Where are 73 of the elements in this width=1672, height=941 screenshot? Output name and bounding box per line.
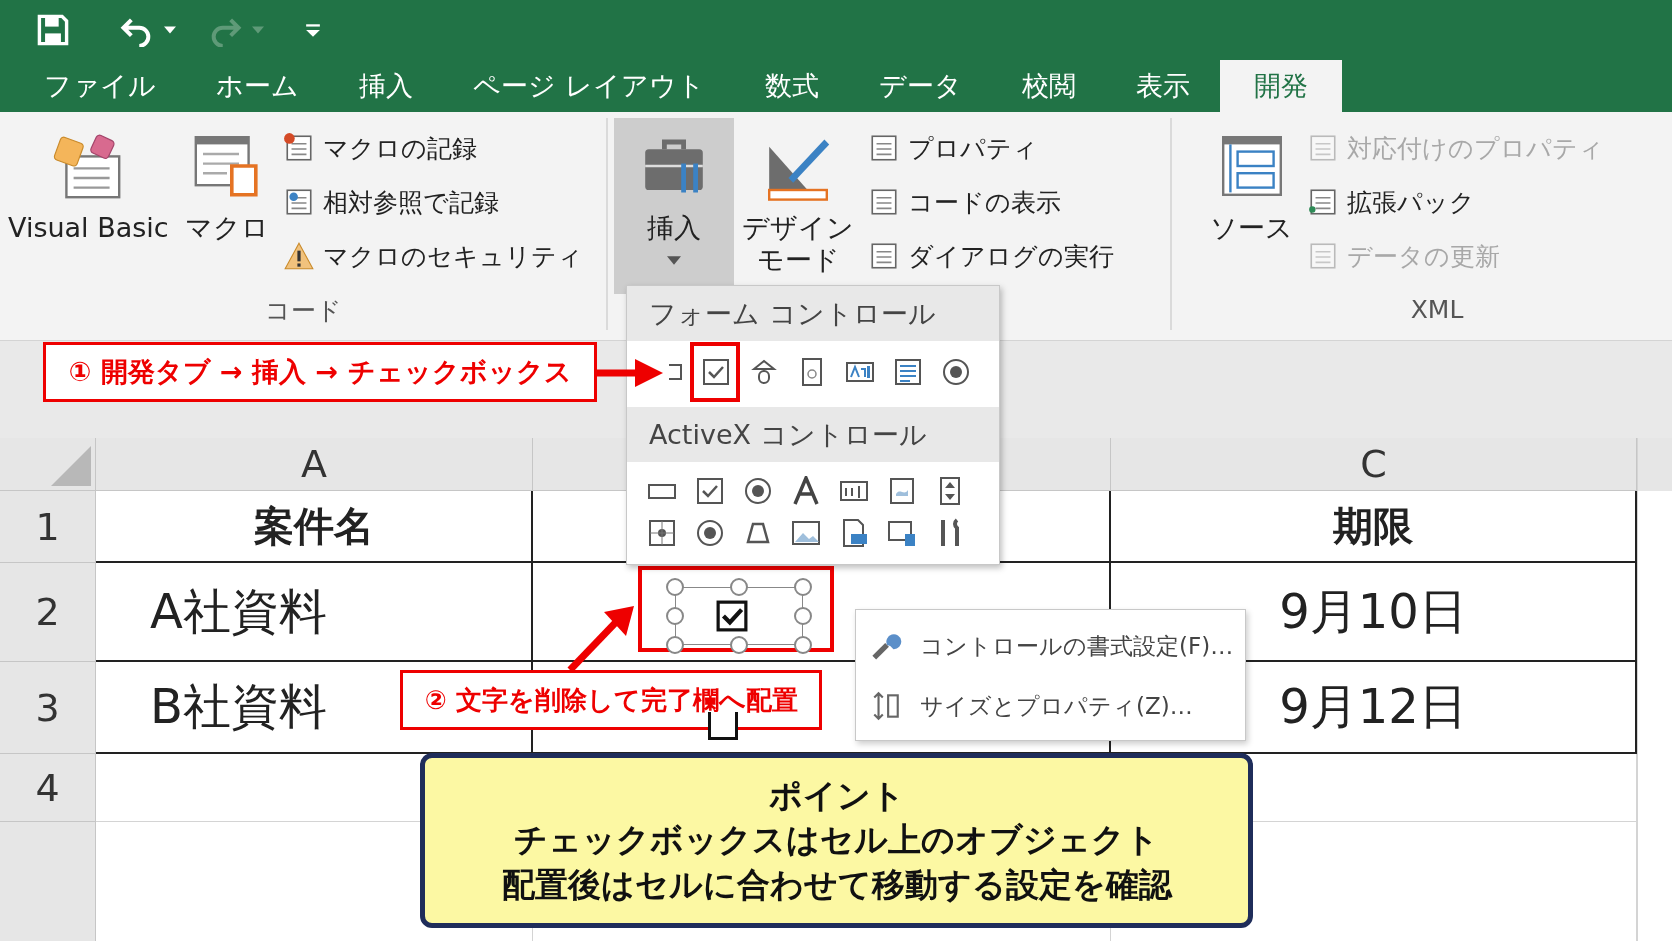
caret-icon <box>667 256 681 266</box>
resize-handle[interactable] <box>794 607 812 625</box>
map-properties-icon <box>1307 132 1339 164</box>
checkbox[interactable] <box>708 712 738 740</box>
resize-handle[interactable] <box>794 578 812 596</box>
ribbon-button[interactable]: 拡張パック <box>1307 178 1610 226</box>
corner-triangle-icon <box>51 446 91 486</box>
group-label: コード <box>263 295 343 327</box>
row-header[interactable]: 3 <box>0 662 96 754</box>
expansion-pack-icon <box>1307 186 1339 218</box>
ribbon-button[interactable]: 相対参照で記録 <box>282 178 589 226</box>
customize-icon[interactable] <box>306 22 320 38</box>
ribbon-tab[interactable]: 数式 <box>734 60 849 112</box>
ribbon-tab[interactable]: ホーム <box>186 60 329 112</box>
radio-control-icon[interactable] <box>941 357 971 387</box>
resize-handle[interactable] <box>666 578 684 596</box>
save-icon[interactable] <box>36 13 70 47</box>
record-icon <box>282 132 315 164</box>
ribbon-button[interactable]: ダイアログの実行 <box>868 232 1120 280</box>
ribbon-tab[interactable]: データ <box>848 60 992 112</box>
row-header[interactable]: 4 <box>0 754 96 822</box>
caret-icon[interactable] <box>164 26 176 34</box>
ribbon-button[interactable]: ソース <box>1202 118 1301 294</box>
row-header[interactable]: 2 <box>0 563 96 662</box>
note-text: 配置後はセルに合わせて移動する設定を確認 <box>501 863 1172 906</box>
ribbon-button[interactable]: マクロ <box>176 118 277 294</box>
ribbon-tab[interactable]: 開発 <box>1219 60 1342 112</box>
resize-handle[interactable] <box>730 578 748 596</box>
list-control-icon[interactable] <box>893 357 923 387</box>
ribbon-button[interactable]: マクロの記録 <box>282 124 589 172</box>
ribbon-tab[interactable]: 表示 <box>1105 60 1220 112</box>
properties-icon <box>868 132 900 164</box>
table-cell: 案件名 <box>96 491 533 563</box>
label-control-icon[interactable] <box>791 476 821 506</box>
image-control-icon[interactable] <box>887 476 917 506</box>
group-label: XML <box>1409 295 1465 326</box>
warning-icon <box>282 240 315 272</box>
ribbon-button[interactable]: マクロのセキュリティ <box>282 232 589 280</box>
radio-control-icon[interactable] <box>695 518 725 548</box>
combo-control-icon[interactable] <box>749 357 779 387</box>
ribbon-tab[interactable]: ファイル <box>14 60 186 112</box>
row-header[interactable]: 1 <box>0 491 96 563</box>
highlight-frame <box>690 342 740 402</box>
annotation-callout: ① 開発タブ → 挿入 → チェックボックス <box>43 342 597 402</box>
ribbon-tab[interactable]: ページ レイアウト <box>443 60 735 112</box>
section-header: フォーム コントロール <box>627 286 999 341</box>
code-view-icon <box>868 186 900 218</box>
column-header[interactable]: A <box>96 438 533 491</box>
resize-handle[interactable] <box>730 636 748 654</box>
resize-handle[interactable] <box>666 636 684 654</box>
note-text: チェックボックスはセル上のオブジェクト <box>514 819 1159 862</box>
image-control-icon[interactable] <box>791 518 821 548</box>
column-header[interactable]: C <box>1111 438 1637 491</box>
note-title: ポイント <box>768 774 905 817</box>
ribbon-button[interactable]: 挿入 <box>614 118 734 294</box>
dialog-icon <box>868 240 900 272</box>
refresh-data-icon <box>1307 240 1339 272</box>
checkbox-control-icon[interactable] <box>695 476 725 506</box>
checkbox-control-icon[interactable] <box>701 357 731 387</box>
resize-handle[interactable] <box>666 607 684 625</box>
section-header: ActiveX コントロール <box>627 407 999 462</box>
form-control-icon[interactable] <box>887 518 917 548</box>
table-cell: A社資料 <box>96 563 533 662</box>
annotation-callout: ② 文字を削除して完了欄へ配置 <box>400 670 822 730</box>
more-controls-icon[interactable] <box>647 518 677 548</box>
checkbox[interactable] <box>716 600 748 632</box>
resize-handle[interactable] <box>794 636 812 654</box>
ribbon-button[interactable]: プロパティ <box>868 124 1120 172</box>
radio-control-icon[interactable] <box>743 476 773 506</box>
ribbon-tab[interactable]: 挿入 <box>329 60 443 112</box>
ribbon-button[interactable]: Visual Basic <box>0 118 177 294</box>
ribbon-tab[interactable]: 校閲 <box>991 60 1106 112</box>
ribbon-button[interactable]: コードの表示 <box>868 178 1120 226</box>
